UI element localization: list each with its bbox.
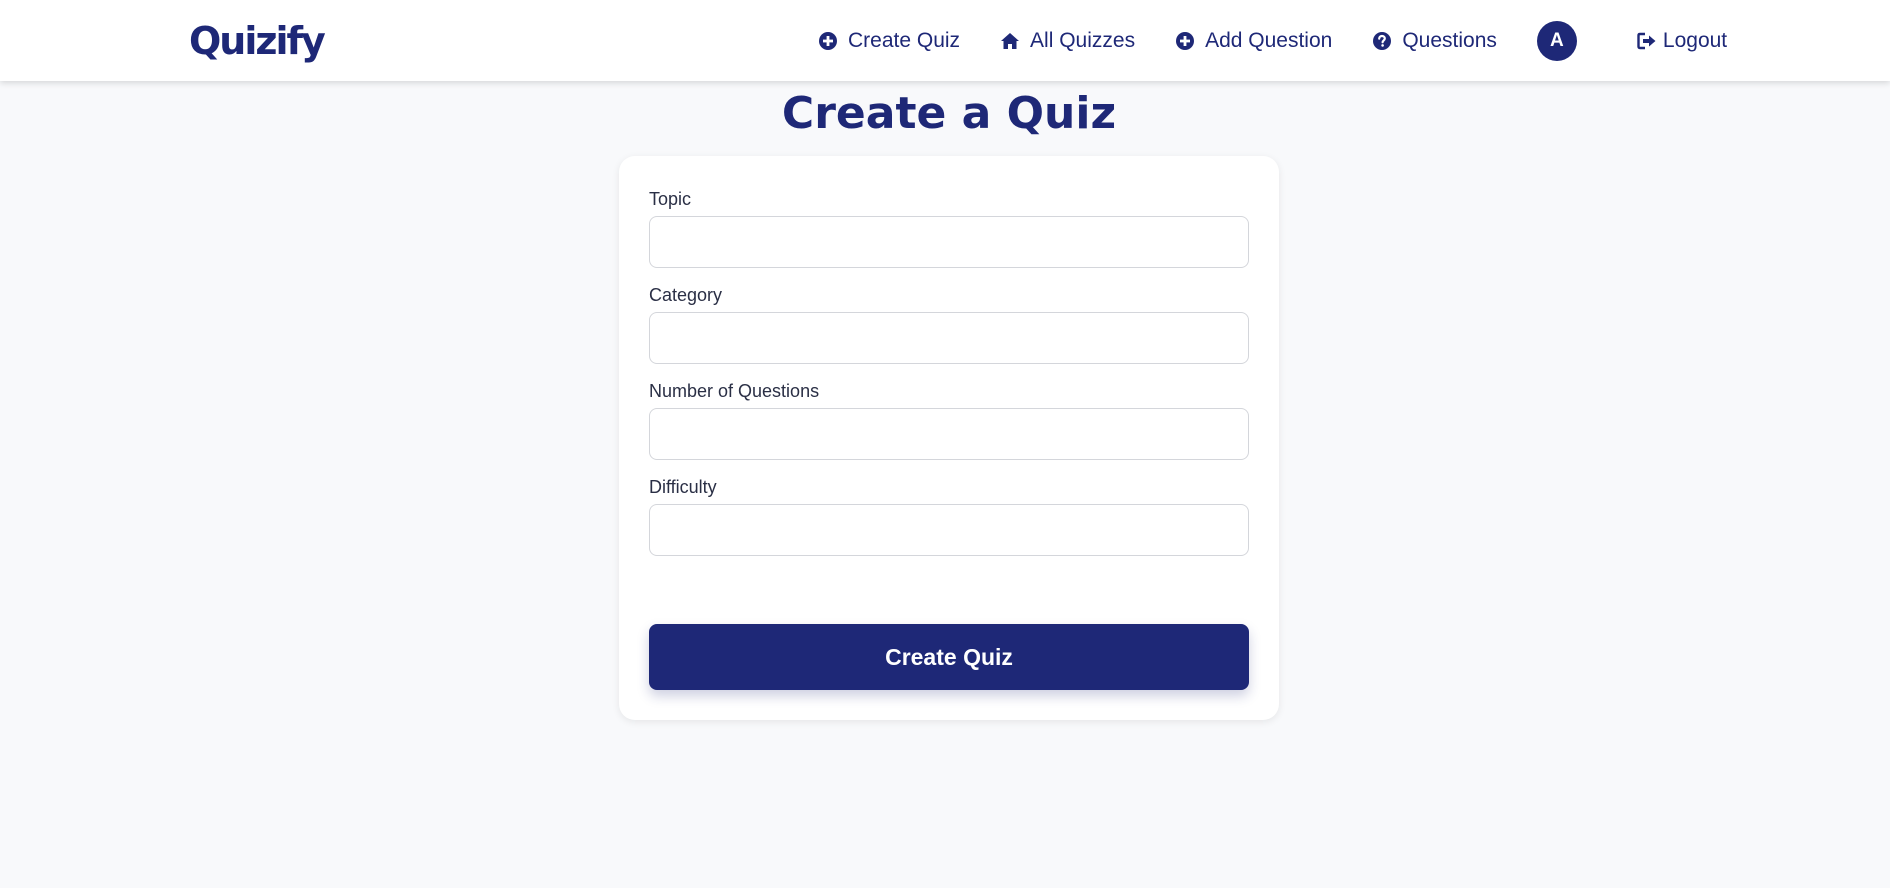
nav-all-quizzes-label: All Quizzes xyxy=(1030,28,1136,52)
topic-label: Topic xyxy=(649,189,692,209)
nav-links: Create Quiz All Quizzes Add Question Que… xyxy=(818,0,1727,81)
topic-field-group: Topic xyxy=(649,188,1249,268)
category-label: Category xyxy=(649,285,723,305)
num-questions-input[interactable] xyxy=(649,408,1249,460)
num-questions-label: Number of Questions xyxy=(649,381,820,401)
category-field-group: Category xyxy=(649,284,1249,364)
nav-create-quiz-label: Create Quiz xyxy=(848,28,961,52)
nav-questions-label: Questions xyxy=(1402,28,1497,52)
nav-add-question[interactable]: Add Question xyxy=(1175,29,1332,53)
brand-logo[interactable]: Quizify xyxy=(189,14,326,68)
user-avatar[interactable]: A xyxy=(1536,20,1577,61)
nav-logout[interactable]: Logout xyxy=(1637,29,1727,53)
num-questions-field-group: Number of Questions xyxy=(649,380,1249,460)
difficulty-label: Difficulty xyxy=(649,477,717,497)
nav-logout-label: Logout xyxy=(1662,28,1728,52)
logout-icon xyxy=(1637,32,1656,49)
create-quiz-button[interactable]: Create Quiz xyxy=(649,624,1249,690)
difficulty-input[interactable] xyxy=(649,504,1249,556)
plus-circle-icon xyxy=(1176,31,1195,50)
question-circle-icon xyxy=(1373,31,1392,50)
nav-add-question-label: Add Question xyxy=(1205,28,1333,52)
home-icon xyxy=(1001,32,1020,49)
difficulty-field-group: Difficulty xyxy=(649,476,1249,556)
create-quiz-form: Topic Category Number of Questions Diffi… xyxy=(619,156,1279,720)
top-navbar: Quizify Create Quiz All Quizzes Add Ques… xyxy=(0,0,1890,81)
plus-circle-icon xyxy=(819,31,837,50)
nav-questions[interactable]: Questions xyxy=(1372,29,1497,53)
nav-all-quizzes[interactable]: All Quizzes xyxy=(1000,29,1135,53)
category-input[interactable] xyxy=(649,312,1249,364)
topic-input[interactable] xyxy=(649,216,1249,268)
page-title: Create a Quiz xyxy=(781,88,1117,139)
nav-create-quiz[interactable]: Create Quiz xyxy=(818,29,960,53)
